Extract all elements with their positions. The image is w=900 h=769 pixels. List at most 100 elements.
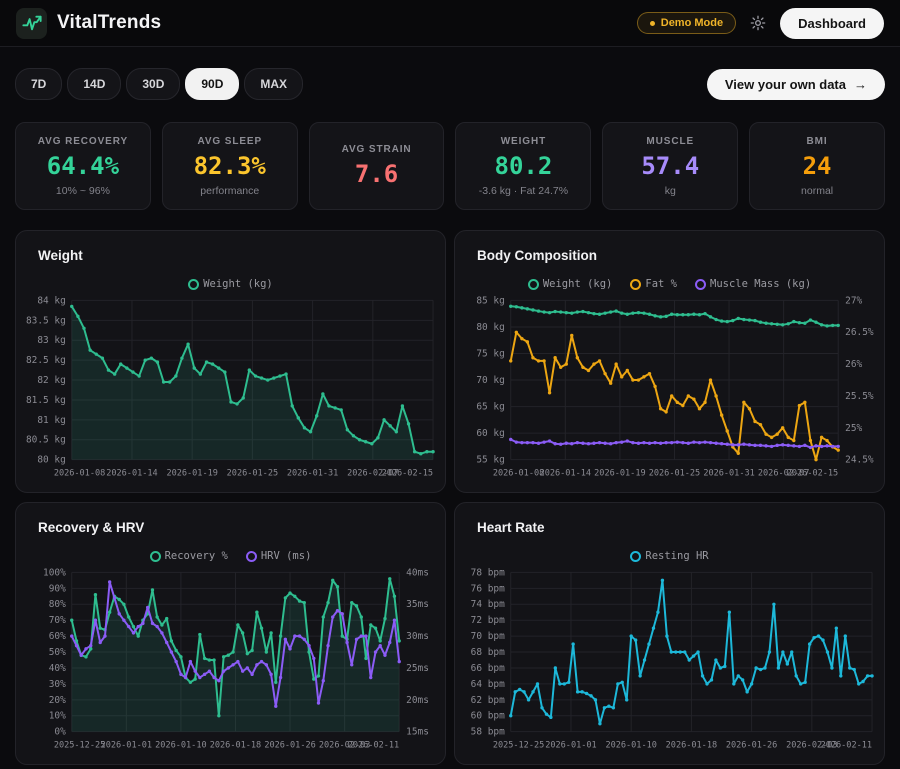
svg-text:2026-01-18: 2026-01-18 xyxy=(666,741,717,751)
stat-value: 80.2 xyxy=(495,152,553,180)
svg-text:85 kg: 85 kg xyxy=(476,295,504,306)
legend-item-recovery[interactable]: Recovery % xyxy=(150,550,228,562)
dashboard-button[interactable]: Dashboard xyxy=(780,8,884,39)
svg-text:15ms: 15ms xyxy=(406,727,429,738)
legend-label: HRV (ms) xyxy=(261,550,312,562)
svg-text:2026-01-14: 2026-01-14 xyxy=(540,469,591,479)
svg-text:70 bpm: 70 bpm xyxy=(471,631,505,642)
range-pills: 7D14D30D90DMAX xyxy=(15,68,303,100)
svg-text:24.5%: 24.5% xyxy=(845,455,874,466)
legend-item-muscle-mass-kg[interactable]: Muscle Mass (kg) xyxy=(695,278,811,290)
svg-text:60 bpm: 60 bpm xyxy=(471,711,505,722)
svg-text:25ms: 25ms xyxy=(406,663,429,674)
stat-subtext: 10% ~ 96% xyxy=(56,185,110,197)
chart-legend: Resting HR xyxy=(455,548,884,564)
svg-text:78 bpm: 78 bpm xyxy=(471,567,505,578)
stat-label: AVG RECOVERY xyxy=(38,136,128,147)
range-pill-30d[interactable]: 30D xyxy=(126,68,180,100)
svg-text:64 bpm: 64 bpm xyxy=(471,679,505,690)
svg-text:2026-01-01: 2026-01-01 xyxy=(101,741,152,751)
body-composition-chart-canvas: 85 kg80 kg75 kg70 kg65 kg60 kg55 kg27%26… xyxy=(455,294,884,484)
range-toolbar: 7D14D30D90DMAX View your own data → xyxy=(15,68,885,100)
stat-card-bmi: BMI24normal xyxy=(749,122,885,210)
stat-value: 82.3% xyxy=(194,152,266,180)
svg-text:80%: 80% xyxy=(49,599,66,610)
stat-value: 64.4% xyxy=(47,152,119,180)
svg-text:55 kg: 55 kg xyxy=(476,455,504,466)
svg-text:2026-01-31: 2026-01-31 xyxy=(703,469,754,479)
svg-text:83 kg: 83 kg xyxy=(37,335,65,346)
svg-text:40ms: 40ms xyxy=(406,567,429,578)
svg-text:74 bpm: 74 bpm xyxy=(471,599,505,610)
svg-text:26.5%: 26.5% xyxy=(845,327,874,338)
stat-subtext: performance xyxy=(200,185,259,197)
stat-label: AVG SLEEP xyxy=(197,136,262,147)
range-pill-14d[interactable]: 14D xyxy=(67,68,121,100)
demo-mode-badge: Demo Mode xyxy=(637,12,736,34)
svg-text:2026-01-10: 2026-01-10 xyxy=(605,741,656,751)
legend-item-resting-hr[interactable]: Resting HR xyxy=(630,550,708,562)
svg-text:75 kg: 75 kg xyxy=(476,348,504,359)
range-pill-max[interactable]: MAX xyxy=(244,68,303,100)
range-pill-7d[interactable]: 7D xyxy=(15,68,62,100)
svg-text:20%: 20% xyxy=(49,695,66,706)
svg-text:10%: 10% xyxy=(49,711,66,722)
chart-card-recovery-hrv: Recovery & HRV Recovery %HRV (ms) 100%90… xyxy=(15,502,446,765)
svg-text:2026-01-25: 2026-01-25 xyxy=(227,469,278,479)
header-actions: Demo Mode Dashboard xyxy=(637,8,884,39)
recovery-hrv-chart-canvas: 100%90%80%70%60%50%40%30%20%10%0%40ms35m… xyxy=(16,566,445,756)
heart-rate-chart-canvas: 78 bpm76 bpm74 bpm72 bpm70 bpm68 bpm66 b… xyxy=(455,566,884,756)
legend-label: Weight (kg) xyxy=(203,278,273,290)
svg-text:2026-02-15: 2026-02-15 xyxy=(787,469,838,479)
charts-grid: Weight Weight (kg) 84 kg83.5 kg83 kg82.5… xyxy=(15,230,885,769)
chart-legend: Weight (kg) xyxy=(16,276,445,292)
stat-subtext: normal xyxy=(801,185,833,197)
svg-text:2026-01-18: 2026-01-18 xyxy=(210,741,261,751)
stat-card-avg-sleep: AVG SLEEP 82.3% performance xyxy=(162,122,298,210)
svg-text:30ms: 30ms xyxy=(406,631,429,642)
svg-text:58 bpm: 58 bpm xyxy=(471,727,505,738)
weight-chart-canvas: 84 kg83.5 kg83 kg82.5 kg82 kg81.5 kg81 k… xyxy=(16,294,445,484)
svg-text:26%: 26% xyxy=(845,359,862,370)
svg-text:2026-01-08: 2026-01-08 xyxy=(54,469,105,479)
legend-item-weight-kg[interactable]: Weight (kg) xyxy=(188,278,273,290)
stat-label: AVG STRAIN xyxy=(342,144,412,155)
svg-text:80 kg: 80 kg xyxy=(37,455,65,466)
svg-text:65 kg: 65 kg xyxy=(476,402,504,413)
svg-text:2025-12-25: 2025-12-25 xyxy=(493,741,544,751)
legend-item-weight-kg[interactable]: Weight (kg) xyxy=(528,278,613,290)
theme-toggle-button[interactable] xyxy=(750,15,766,31)
stat-card-weight: WEIGHT 80.2 -3.6 kg · Fat 24.7% xyxy=(455,122,591,210)
legend-ring-icon xyxy=(630,279,641,290)
stat-card-muscle: MUSCLE57.4kg xyxy=(602,122,738,210)
chart-title: Body Composition xyxy=(455,248,884,263)
svg-text:84 kg: 84 kg xyxy=(37,295,65,306)
stat-subtext: -3.6 kg · Fat 24.7% xyxy=(479,185,568,197)
svg-text:100%: 100% xyxy=(43,567,66,578)
stat-card-avg-recovery: AVG RECOVERY 64.4% 10% ~ 96% xyxy=(15,122,151,210)
legend-ring-icon xyxy=(695,279,706,290)
main-content: 7D14D30D90DMAX View your own data → AVG … xyxy=(0,68,900,769)
chart-card-weight: Weight Weight (kg) 84 kg83.5 kg83 kg82.5… xyxy=(15,230,446,493)
legend-label: Resting HR xyxy=(645,550,708,562)
legend-item-fat[interactable]: Fat % xyxy=(630,278,677,290)
svg-text:0%: 0% xyxy=(54,727,66,738)
sun-icon xyxy=(750,15,766,31)
svg-text:2026-01-31: 2026-01-31 xyxy=(287,469,338,479)
legend-label: Fat % xyxy=(645,278,677,290)
range-pill-90d[interactable]: 90D xyxy=(185,68,239,100)
view-own-data-button[interactable]: View your own data → xyxy=(707,69,885,100)
stat-label: WEIGHT xyxy=(501,136,546,147)
legend-ring-icon xyxy=(188,279,199,290)
chart-title: Weight xyxy=(16,248,445,263)
svg-text:30%: 30% xyxy=(49,679,66,690)
chart-title: Heart Rate xyxy=(455,520,884,535)
svg-text:20ms: 20ms xyxy=(406,695,429,706)
svg-text:76 bpm: 76 bpm xyxy=(471,583,505,594)
legend-item-hrv-ms[interactable]: HRV (ms) xyxy=(246,550,312,562)
svg-text:2026-02-11: 2026-02-11 xyxy=(821,741,872,751)
svg-text:83.5 kg: 83.5 kg xyxy=(26,315,66,326)
svg-text:40%: 40% xyxy=(49,663,66,674)
svg-text:2026-02-11: 2026-02-11 xyxy=(348,741,399,751)
svg-text:72 bpm: 72 bpm xyxy=(471,615,505,626)
